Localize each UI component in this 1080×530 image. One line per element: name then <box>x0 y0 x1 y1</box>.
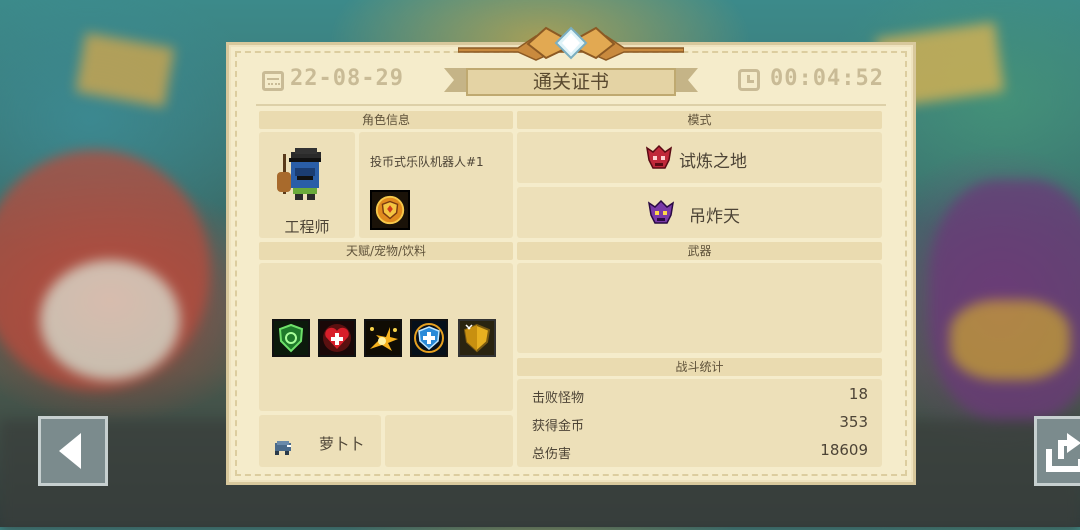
drink-panel <box>385 415 513 467</box>
pet-icon <box>275 441 291 455</box>
engineer-character-icon <box>277 148 321 200</box>
mode-primary-name: 试炼之地 <box>679 152 747 172</box>
header-divider <box>256 104 886 106</box>
mode-primary-panel: 试炼之地 <box>517 132 882 183</box>
talents-section-header: 天赋/宠物/饮料 <box>259 242 513 260</box>
back-button[interactable] <box>38 416 108 486</box>
battle-stats-section-header: 战斗统计 <box>517 358 882 376</box>
explosion-icon[interactable] <box>364 319 402 357</box>
pet-panel: 萝卜卜 <box>259 415 381 467</box>
mode-secondary-panel: 吊炸天 <box>517 187 882 238</box>
character-detail-panel: 投币式乐队机器人#1 <box>359 132 513 238</box>
crest-ornament-icon <box>458 26 684 61</box>
calendar-icon <box>262 71 284 91</box>
gold-shield-badge-icon <box>375 195 405 225</box>
weapons-panel <box>517 263 882 353</box>
clock-icon <box>738 69 760 91</box>
blue-shield-icon[interactable] <box>410 319 448 357</box>
stat-value: 18609 <box>820 441 868 459</box>
page-title: 通关证书 <box>466 68 676 96</box>
pet-name: 萝卜卜 <box>319 435 365 453</box>
run-date: 22-08-29 <box>290 66 404 91</box>
character-skin-name: 投币式乐队机器人#1 <box>370 155 484 169</box>
share-button[interactable] <box>1034 416 1080 486</box>
stat-label: 总伤害 <box>532 447 572 462</box>
character-portrait-panel: 工程师 <box>259 132 355 238</box>
share-icon <box>1046 433 1080 472</box>
back-arrow-icon <box>59 433 81 469</box>
mode-secondary-name: 吊炸天 <box>689 207 740 227</box>
green-shield-icon[interactable] <box>272 319 310 357</box>
weapons-section-header: 武器 <box>517 242 882 260</box>
run-time: 00:04:52 <box>770 66 884 91</box>
demon-skull-icon <box>645 144 673 169</box>
character-buff-slot[interactable] <box>370 190 410 230</box>
character-class-name: 工程师 <box>284 218 330 236</box>
stat-label: 击败怪物 <box>532 391 585 406</box>
red-heart-cross-icon[interactable] <box>318 319 356 357</box>
stat-value: 18 <box>848 385 868 403</box>
gold-shield-icon[interactable] <box>458 319 496 357</box>
stat-value: 353 <box>839 413 868 431</box>
mode-section-header: 模式 <box>517 111 882 129</box>
purple-demon-icon <box>647 199 675 224</box>
character-section-header: 角色信息 <box>259 111 513 129</box>
stat-label: 获得金币 <box>532 419 585 434</box>
